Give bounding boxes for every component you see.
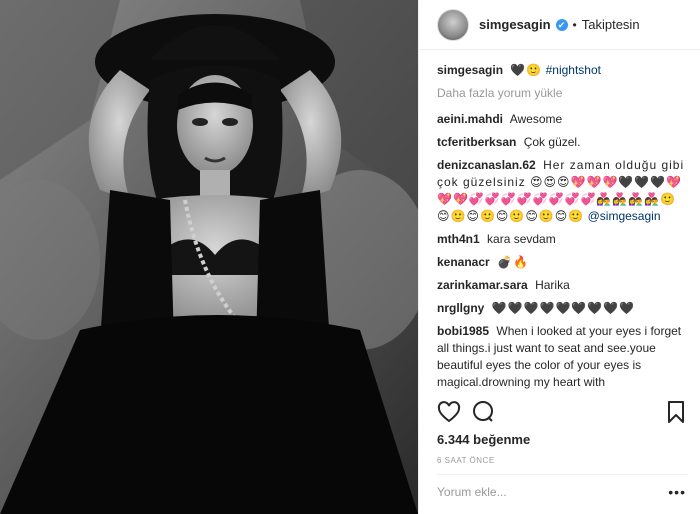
likes-count[interactable]: 6.344 beğenme (437, 432, 530, 447)
verified-badge-icon: ✔ (555, 18, 568, 31)
caption-username[interactable]: simgesagin (437, 63, 503, 77)
action-bar (437, 400, 688, 424)
comment-username[interactable]: tcferitberksan (437, 135, 516, 149)
comment-item: bobi1985 When i looked at your eyes i fo… (437, 323, 689, 391)
comment-text: Awesome (509, 112, 563, 126)
more-options-icon[interactable]: ••• (668, 484, 686, 500)
post-header: simgesagin ✔ • Takiptesin (419, 0, 700, 50)
avatar[interactable] (437, 8, 469, 41)
caption-hashtag[interactable]: #nightshot (546, 63, 601, 77)
photo-illustration (0, 0, 418, 514)
add-comment-input[interactable] (437, 485, 657, 499)
comment-item: aeini.mahdi Awesome (437, 111, 689, 128)
comment-username[interactable]: nrgllgny (437, 301, 484, 315)
bookmark-icon[interactable] (664, 400, 688, 424)
load-more-comments-link[interactable]: Daha fazla yorum yükle (437, 85, 689, 102)
comments-list: simgesagin 🖤🙂 #nightshot Daha fazla yoru… (437, 62, 689, 392)
instagram-post: simgesagin ✔ • Takiptesin simgesagin 🖤🙂 … (0, 0, 700, 514)
comment-username[interactable]: kenanacr (437, 255, 490, 269)
comment-text: Harika (535, 278, 570, 292)
header-separator: • (572, 17, 577, 32)
post-photo[interactable] (0, 0, 418, 514)
caption-text: 🖤🙂 (510, 63, 543, 77)
author-username[interactable]: simgesagin (479, 17, 551, 32)
follow-status[interactable]: Takiptesin (582, 17, 640, 32)
comment-username[interactable]: bobi1985 (437, 324, 489, 338)
comment-item: denizcanaslan.62 Her zaman olduğu gibi ç… (437, 157, 689, 225)
post-side-panel: simgesagin ✔ • Takiptesin simgesagin 🖤🙂 … (418, 0, 700, 514)
post-timestamp: 6 SAAT ÖNCE (437, 456, 495, 465)
comment-mention[interactable]: @simgesagin (588, 209, 661, 223)
comment-bubble-icon[interactable] (471, 400, 495, 424)
comment-item: tcferitberksan Çok güzel. (437, 134, 689, 151)
divider (437, 474, 688, 475)
comment-item: mth4n1 kara sevdam (437, 231, 689, 248)
comment-username[interactable]: zarinkamar.sara (437, 278, 528, 292)
comment-username[interactable]: mth4n1 (437, 232, 480, 246)
comment-item: nrgllgny 🖤🖤🖤🖤🖤🖤🖤🖤🖤 (437, 300, 689, 317)
comment-username[interactable]: aeini.mahdi (437, 112, 503, 126)
heart-icon[interactable] (437, 400, 461, 424)
comment-item: kenanacr 💣🔥 (437, 254, 689, 271)
comment-text: 🖤🖤🖤🖤🖤🖤🖤🖤🖤 (491, 301, 636, 315)
comment-text: 💣🔥 (497, 255, 529, 269)
comment-item: zarinkamar.sara Harika (437, 277, 689, 294)
comment-text: kara sevdam (487, 232, 556, 246)
comment-username[interactable]: denizcanaslan.62 (437, 158, 536, 172)
comment-text: Çok güzel. (523, 135, 581, 149)
caption: simgesagin 🖤🙂 #nightshot (437, 62, 689, 79)
